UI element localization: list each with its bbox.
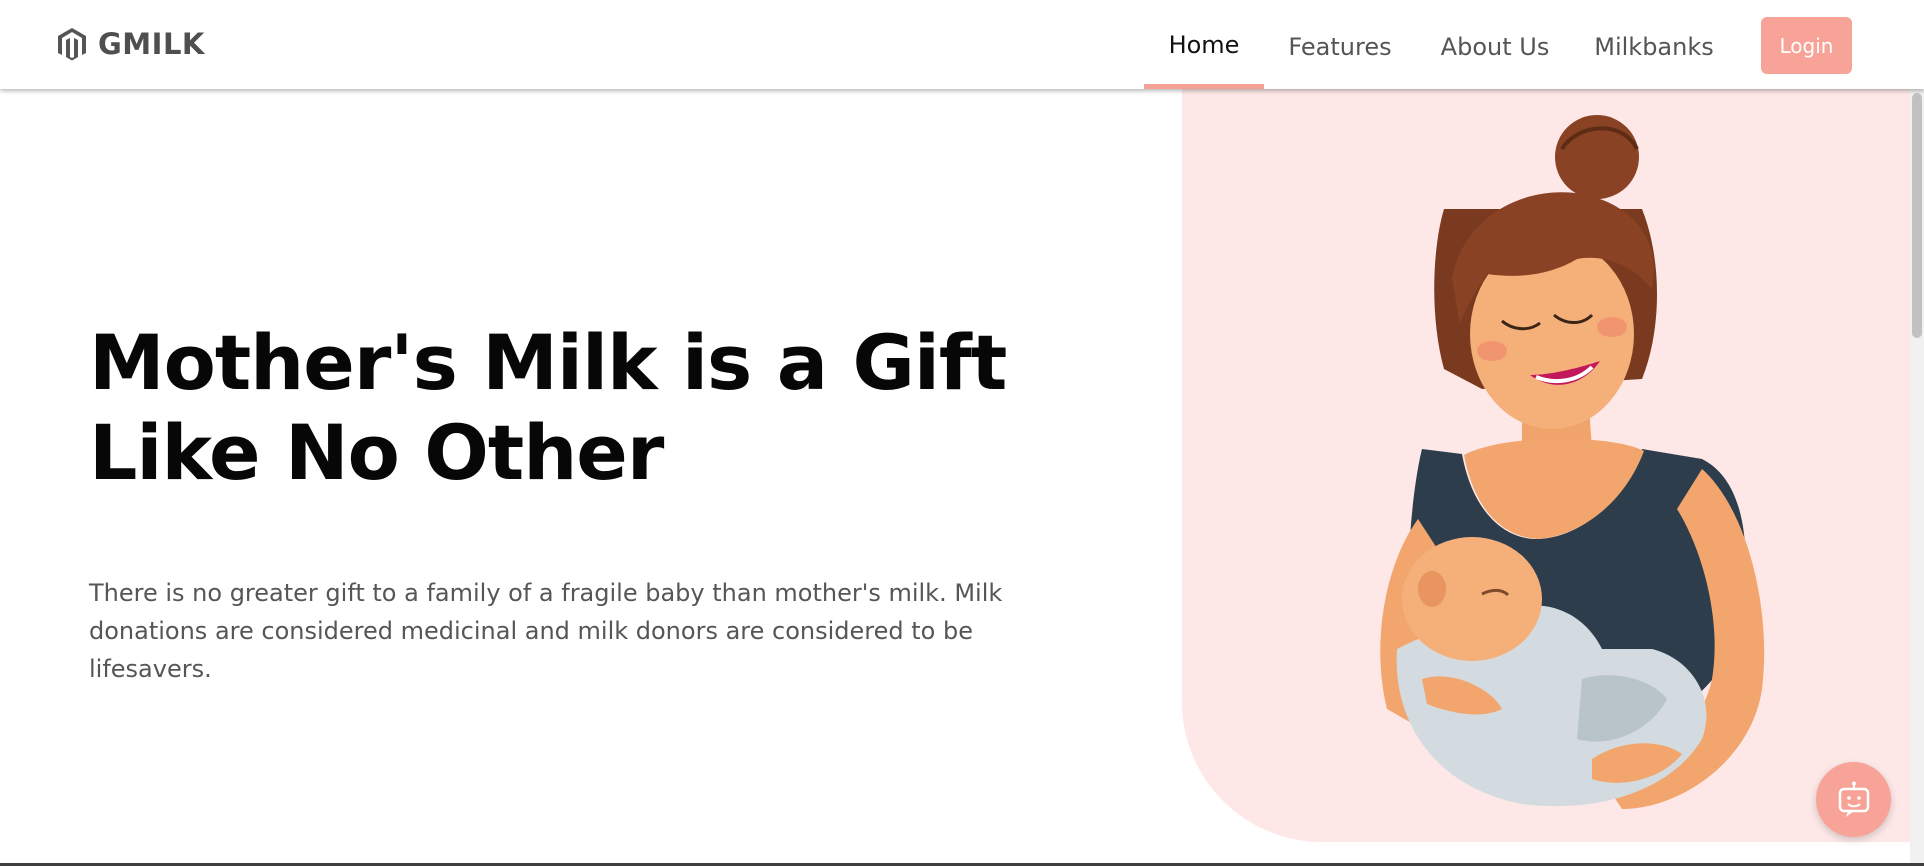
chat-bot-button[interactable] bbox=[1816, 762, 1891, 837]
brand[interactable]: GMILK bbox=[57, 26, 205, 62]
hero-title: Mother's Milk is a Gift Like No Other bbox=[89, 318, 1089, 498]
hero-title-line-1: Mother's Milk is a Gift bbox=[89, 318, 1007, 407]
nav-features[interactable]: Features bbox=[1282, 2, 1398, 91]
nav-about-us[interactable]: About Us bbox=[1434, 2, 1556, 91]
brand-name: GMILK bbox=[98, 27, 205, 61]
top-navbar: GMILK Home Features About Us Milkbanks L… bbox=[0, 0, 1924, 89]
logo-icon bbox=[58, 28, 86, 61]
login-button[interactable]: Login bbox=[1761, 17, 1852, 74]
nav-milkbanks-label: Milkbanks bbox=[1594, 32, 1714, 61]
nav-home[interactable]: Home bbox=[1144, 0, 1264, 89]
mother-breastfeeding-illustration bbox=[1380, 115, 1765, 809]
hero-title-line-2: Like No Other bbox=[89, 408, 664, 497]
nav-about-us-label: About Us bbox=[1440, 32, 1550, 61]
chat-bot-icon bbox=[1838, 781, 1869, 817]
hero-illustration-panel bbox=[1182, 89, 1910, 842]
page-scrollbar-thumb[interactable] bbox=[1912, 93, 1922, 338]
nav-milkbanks[interactable]: Milkbanks bbox=[1592, 2, 1716, 91]
active-nav-underline bbox=[1144, 84, 1264, 89]
nav-features-label: Features bbox=[1288, 32, 1392, 61]
hero-description: There is no greater gift to a family of … bbox=[89, 579, 1003, 683]
nav-home-label: Home bbox=[1168, 30, 1240, 59]
